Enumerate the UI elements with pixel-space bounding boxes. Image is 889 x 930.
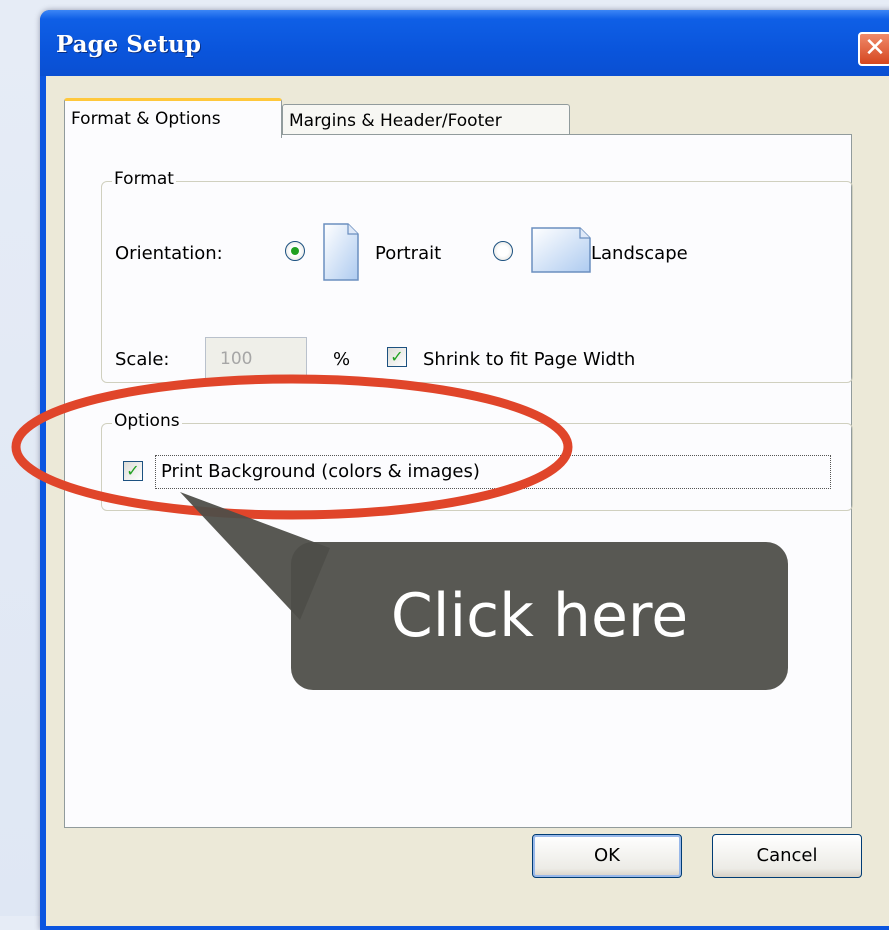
checkmark-icon: ✓ bbox=[126, 461, 140, 480]
tab-panel: Format Orientation: Portrait Landscape S… bbox=[64, 134, 853, 828]
tab-format-options[interactable]: Format & Options bbox=[64, 98, 282, 138]
ok-button[interactable]: OK bbox=[532, 834, 682, 878]
title-bar[interactable]: Page Setup ✕ bbox=[40, 10, 889, 76]
scale-input[interactable]: 100 bbox=[205, 337, 307, 381]
percent-label: % bbox=[333, 349, 351, 370]
orientation-label: Orientation: bbox=[115, 243, 223, 264]
cancel-button[interactable]: Cancel bbox=[712, 834, 862, 878]
portrait-label[interactable]: Portrait bbox=[375, 243, 441, 264]
page-landscape-icon bbox=[531, 227, 591, 273]
close-button[interactable]: ✕ bbox=[858, 32, 889, 66]
shrink-to-fit-label[interactable]: Shrink to fit Page Width bbox=[423, 349, 635, 370]
dialog-title: Page Setup bbox=[56, 31, 201, 58]
tab-margins-header-footer[interactable]: Margins & Header/Footer bbox=[282, 104, 570, 136]
checkmark-icon: ✓ bbox=[390, 347, 404, 366]
landscape-label[interactable]: Landscape bbox=[591, 243, 688, 264]
portrait-radio[interactable] bbox=[285, 241, 305, 261]
print-background-label[interactable]: Print Background (colors & images) bbox=[161, 461, 480, 482]
format-group-label: Format bbox=[112, 169, 176, 189]
click-here-callout: Click here bbox=[291, 542, 788, 690]
dialog-body: Format & Options Margins & Header/Footer… bbox=[46, 76, 889, 926]
landscape-radio[interactable] bbox=[493, 241, 513, 261]
scale-label: Scale: bbox=[115, 349, 170, 370]
tab-label: Format & Options bbox=[71, 109, 221, 129]
page-portrait-icon bbox=[323, 223, 359, 281]
options-group-label: Options bbox=[112, 411, 182, 431]
print-background-checkbox[interactable]: ✓ bbox=[123, 461, 143, 481]
radio-selected-dot bbox=[291, 247, 299, 255]
tab-label: Margins & Header/Footer bbox=[289, 111, 502, 131]
shrink-to-fit-checkbox[interactable]: ✓ bbox=[387, 347, 407, 367]
close-icon: ✕ bbox=[864, 33, 886, 63]
page-setup-dialog: Page Setup ✕ Format & Options Margins & … bbox=[40, 10, 889, 930]
